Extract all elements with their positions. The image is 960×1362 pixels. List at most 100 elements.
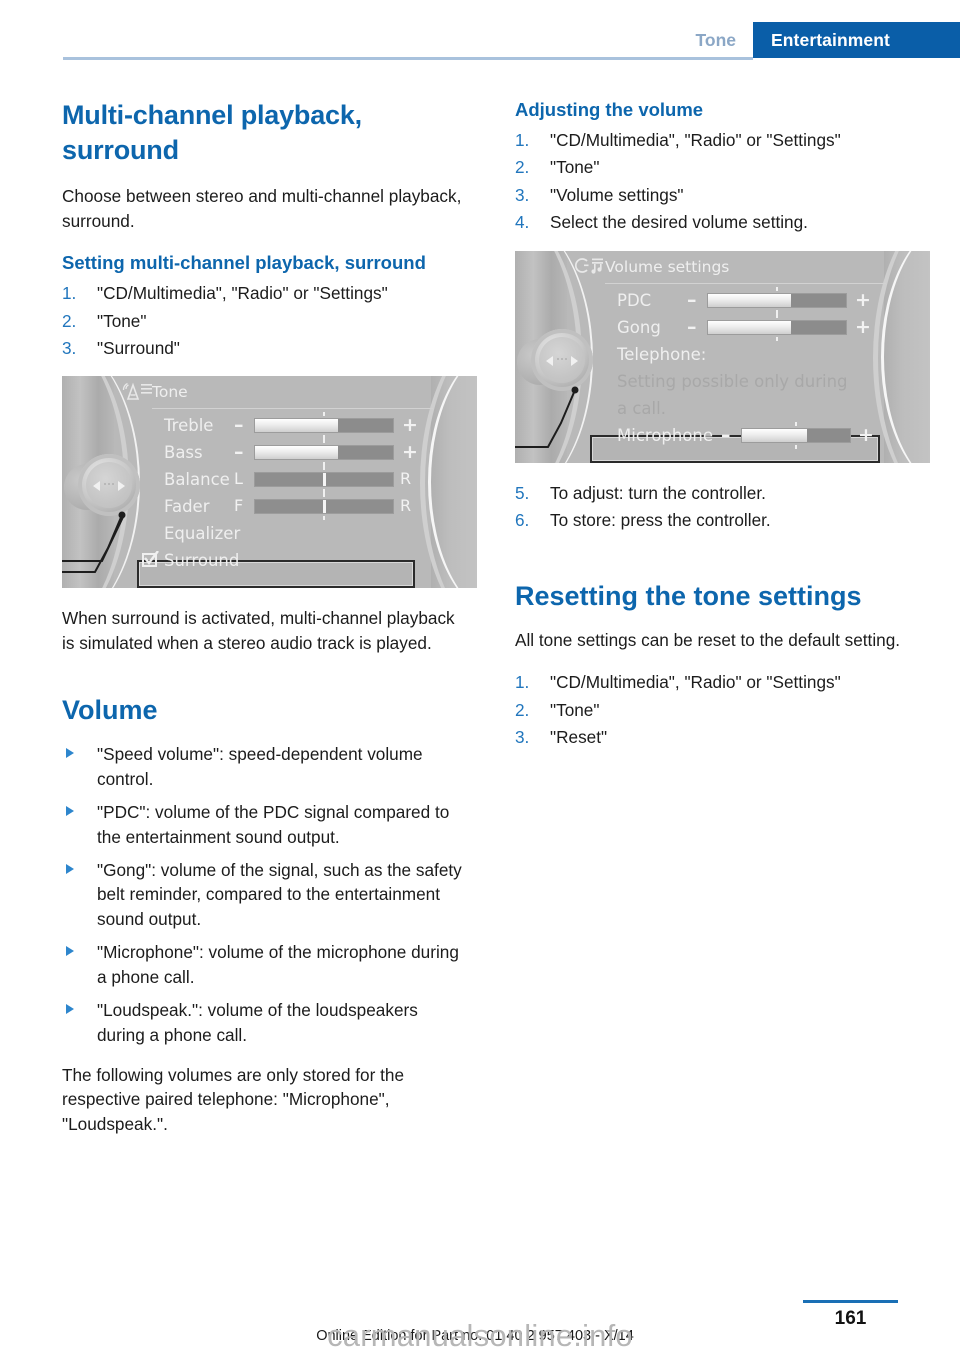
balance-slider[interactable]: L R xyxy=(234,466,416,494)
bullet-triangle-icon xyxy=(66,1004,74,1015)
balance-left-label: L xyxy=(234,469,243,489)
fader-rear-label: R xyxy=(400,496,412,516)
menu-header-divider xyxy=(605,282,886,284)
slider-track[interactable] xyxy=(707,292,847,308)
menu-row-microphone[interactable]: Microphone – + xyxy=(515,421,930,449)
step-text: "Tone" xyxy=(550,699,600,720)
watermark: carmanualsonline.info xyxy=(327,1318,633,1353)
steps-resetting-tone: 1. "CD/Multimedia", "Radio" or "Settings… xyxy=(515,670,915,749)
section-heading-resetting-tone: Resetting the tone settings xyxy=(515,580,862,611)
figure-volume-settings: Volume settings PDC – + Gong – + Telepho… xyxy=(515,250,930,463)
page-footer: 161 Online Edition for Part no. 01 40 2 … xyxy=(0,1290,960,1362)
header-divider xyxy=(63,57,753,60)
minus-icon[interactable]: – xyxy=(721,424,731,446)
page-title: Multi-channel playback, surround xyxy=(62,100,362,166)
menu-row-balance[interactable]: Balance L R xyxy=(62,466,477,494)
fader-slider[interactable]: F R xyxy=(234,493,416,521)
slider-track[interactable] xyxy=(707,319,847,335)
list-item: 3. "Volume settings" xyxy=(515,183,915,207)
menu-row-gong[interactable]: Gong – + xyxy=(515,313,930,341)
menu-row-treble[interactable]: Treble – + xyxy=(62,412,477,440)
page-header: Tone Entertainment xyxy=(0,0,960,72)
header-tab-tone[interactable]: Tone xyxy=(695,22,753,58)
menu-row-surround[interactable]: Surround xyxy=(62,547,477,574)
slider-tick-top xyxy=(795,421,797,426)
row-label: a call. xyxy=(617,398,666,418)
slider-track[interactable] xyxy=(254,499,394,515)
plus-icon[interactable]: + xyxy=(402,415,418,436)
slider-track[interactable] xyxy=(254,472,394,488)
intro-paragraph: Choose between stereo and multi-channel … xyxy=(62,186,462,231)
slider-tick-bottom xyxy=(795,444,797,449)
row-label: Gong xyxy=(617,317,661,337)
list-item: 4. Select the desired volume setting. xyxy=(515,210,915,234)
step-text: "CD/Multimedia", "Radio" or "Settings" xyxy=(97,283,388,304)
step-number: 1. xyxy=(515,130,530,151)
volume-bullet-list: "Speed volume": speed-dependent volume c… xyxy=(62,742,462,1047)
volume-settings-icon xyxy=(575,257,609,279)
step-text: "CD/Multimedia", "Radio" or "Settings" xyxy=(550,672,841,693)
plus-icon[interactable]: + xyxy=(402,442,418,463)
slider-center-marker xyxy=(322,500,326,514)
steps-adjusting-volume-continued: 5. To adjust: turn the controller. 6. To… xyxy=(515,481,915,533)
minus-icon[interactable]: – xyxy=(687,289,697,311)
menu-row-telephone-note-line2: a call. xyxy=(515,395,930,422)
menu-rows: Treble – + Bass – + Balance L R Fader F … xyxy=(62,412,477,588)
gong-slider[interactable]: – + xyxy=(687,313,871,341)
microphone-slider[interactable]: – + xyxy=(721,421,874,449)
bass-slider[interactable]: – + xyxy=(234,439,418,467)
closing-paragraph: The following volumes are only stored fo… xyxy=(62,1064,405,1134)
bullet-triangle-icon xyxy=(66,748,74,759)
menu-row-pdc[interactable]: PDC – + xyxy=(515,286,930,314)
step-number: 2. xyxy=(62,310,77,331)
step-text: "CD/Multimedia", "Radio" or "Settings" xyxy=(550,130,841,151)
right-column: Adjusting the volume 1. "CD/Multimedia",… xyxy=(515,98,930,765)
header-tab-entertainment[interactable]: Entertainment xyxy=(753,22,960,58)
bullet-triangle-icon xyxy=(66,863,74,874)
menu-row-equalizer[interactable]: Equalizer xyxy=(62,520,477,547)
list-item: 3. "Reset" xyxy=(515,725,915,749)
minus-icon[interactable]: – xyxy=(687,316,697,338)
slider-fill xyxy=(255,446,338,460)
step-number: 1. xyxy=(515,672,530,693)
surround-checkbox[interactable] xyxy=(142,551,159,568)
pdc-slider[interactable]: – + xyxy=(687,286,871,314)
bullet-text: "Gong": volume of the signal, such as th… xyxy=(97,859,462,929)
slider-track[interactable] xyxy=(741,427,851,443)
plus-icon[interactable]: + xyxy=(855,289,871,311)
minus-icon[interactable]: – xyxy=(234,415,244,436)
list-item: "Loudspeak.": volume of the loudspeakers… xyxy=(62,998,462,1047)
step-text: To adjust: turn the controller. xyxy=(550,482,766,503)
menu-title: Tone xyxy=(152,383,188,402)
menu-row-fader[interactable]: Fader F R xyxy=(62,493,477,521)
fader-front-label: F xyxy=(234,496,244,516)
reset-intro-paragraph: All tone settings can be reset to the de… xyxy=(515,629,901,650)
list-item: 1. "CD/Multimedia", "Radio" or "Settings… xyxy=(515,128,915,152)
menu-title: Volume settings xyxy=(605,257,730,276)
plus-icon[interactable]: + xyxy=(858,424,874,446)
list-item: 2. "Tone" xyxy=(62,309,462,333)
balance-right-label: R xyxy=(400,469,412,489)
plus-icon[interactable]: + xyxy=(855,316,871,338)
list-item: "PDC": volume of the PDC signal compared… xyxy=(62,800,462,849)
slider-track[interactable] xyxy=(254,445,394,461)
slider-tick-top xyxy=(776,313,778,318)
slider-tick-top xyxy=(323,493,325,498)
step-text: To store: press the controller. xyxy=(550,510,771,531)
step-text: "Tone" xyxy=(550,157,600,178)
list-item: "Microphone": volume of the microphone d… xyxy=(62,940,462,989)
step-number: 3. xyxy=(62,337,77,358)
menu-row-bass[interactable]: Bass – + xyxy=(62,439,477,467)
section-heading-adjusting-volume: Adjusting the volume xyxy=(515,99,704,120)
menu-row-telephone: Telephone: xyxy=(515,341,930,368)
step-text: "Tone" xyxy=(97,310,147,331)
slider-tick-top xyxy=(323,439,325,444)
minus-icon[interactable]: – xyxy=(234,442,244,463)
bullet-text: "Speed volume": speed-dependent volume c… xyxy=(97,744,423,789)
slider-track[interactable] xyxy=(254,418,394,434)
treble-slider[interactable]: – + xyxy=(234,412,418,440)
bullet-text: "Microphone": volume of the microphone d… xyxy=(97,942,459,987)
slider-tick-top xyxy=(323,466,325,471)
left-column: Multi-channel playback, surround Choose … xyxy=(62,98,477,1136)
